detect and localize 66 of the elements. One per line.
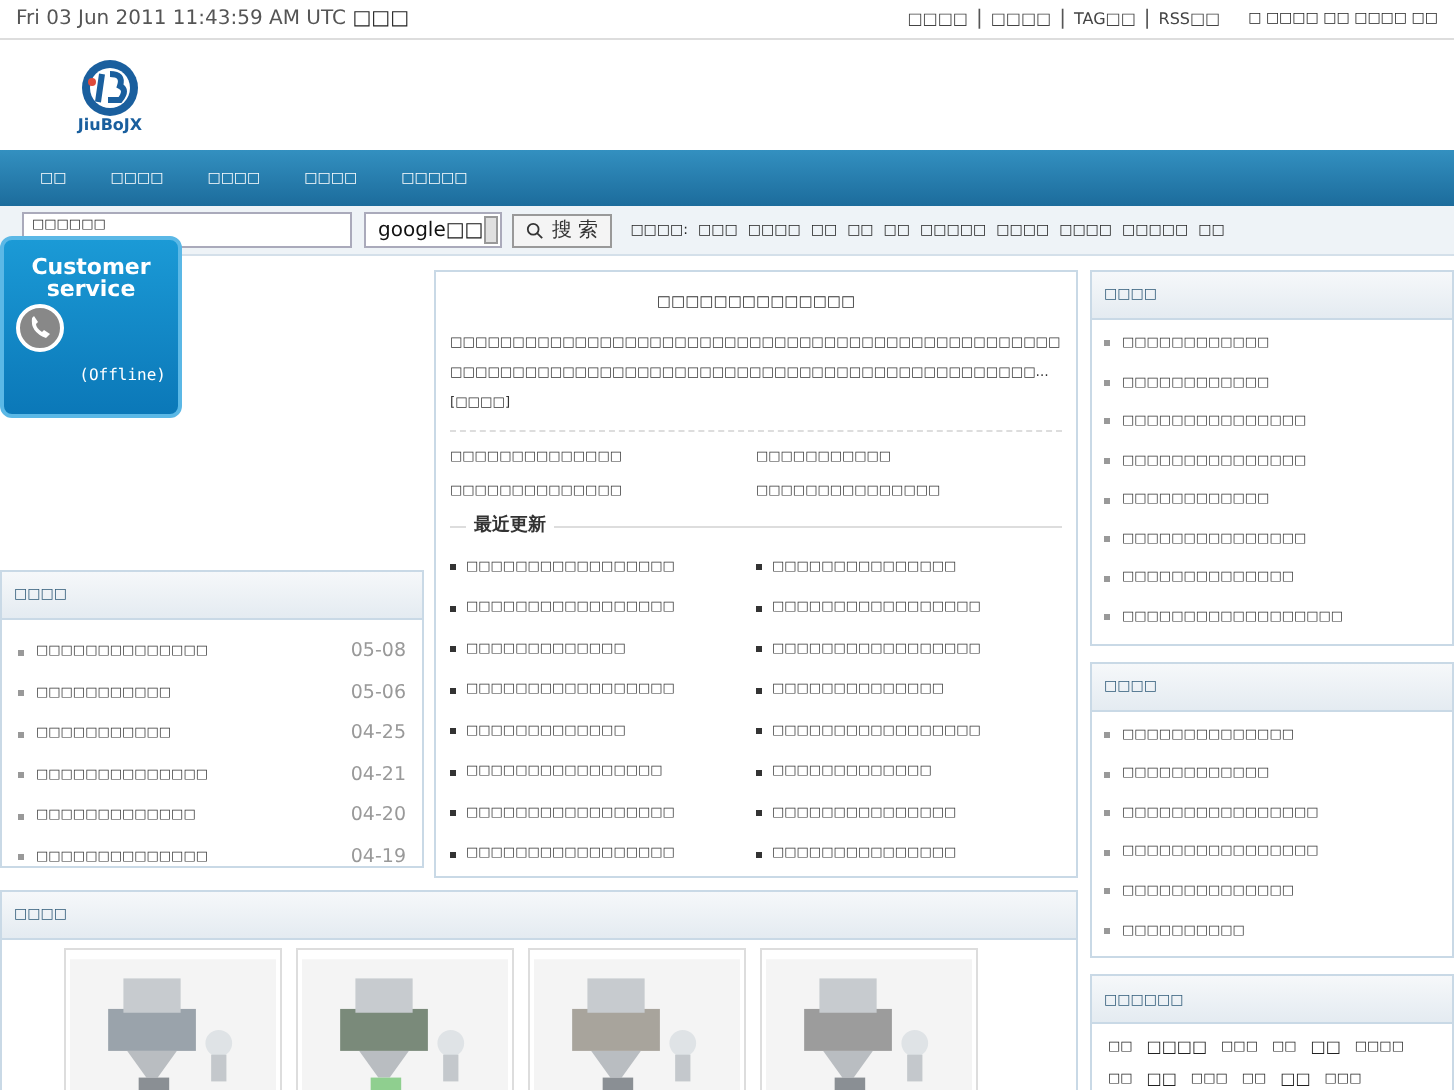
- bullet-icon: [18, 854, 24, 861]
- bullet-icon: [1104, 614, 1110, 621]
- bullet-icon: [450, 810, 456, 817]
- bullet-icon: [1104, 418, 1110, 425]
- bullet-icon: [450, 687, 456, 694]
- news-date: 05-08: [350, 638, 406, 667]
- tag-link[interactable]: □□: [1146, 1068, 1177, 1090]
- bullet-icon: [1104, 888, 1110, 895]
- bullet-icon: [756, 728, 762, 735]
- bullet-icon: [1104, 575, 1110, 582]
- bullet-icon: [756, 810, 762, 817]
- separator: |: [1059, 6, 1066, 34]
- bullet-icon: [1104, 771, 1110, 778]
- date-time: Fri 03 Jun 2011 11:43:59 AM UTC □□□: [16, 6, 410, 34]
- bullet-icon: [18, 690, 24, 697]
- bullet-icon: [1104, 340, 1110, 347]
- tag-link[interactable]: □□: [1280, 1068, 1311, 1090]
- top-link[interactable]: RSS□□: [1158, 7, 1221, 31]
- news-date: 05-06: [350, 679, 406, 708]
- bullet-icon: [18, 772, 24, 779]
- news-date: 04-25: [350, 720, 406, 749]
- bullet-icon: [1104, 497, 1110, 504]
- bullet-icon: [1104, 379, 1110, 386]
- news-date: 04-19: [350, 843, 406, 872]
- status-text: (Offline): [79, 364, 166, 388]
- customer-service-dialog[interactable]: Customer service (Offline): [0, 236, 182, 418]
- separator: |: [1143, 6, 1151, 34]
- top-link[interactable]: □□□□: [907, 7, 968, 31]
- phone-icon: [16, 304, 64, 352]
- bullet-icon: [450, 564, 456, 571]
- news-date: 04-20: [350, 802, 406, 831]
- bullet-icon: [1104, 458, 1110, 465]
- logo-text: JiuBoJX: [77, 117, 143, 133]
- separator: |: [975, 6, 983, 34]
- bullet-icon: [1104, 536, 1110, 543]
- bullet-icon: [450, 769, 456, 776]
- bullet-icon: [1104, 928, 1110, 935]
- bullet-icon: [756, 769, 762, 776]
- engine-select[interactable]: google□□: [364, 212, 502, 248]
- bullet-icon: [450, 605, 456, 612]
- bullet-icon: [1104, 849, 1110, 856]
- bullet-icon: [450, 851, 456, 858]
- dropdown-icon: [483, 216, 498, 244]
- bullet-icon: [1104, 810, 1110, 817]
- bullet-icon: [756, 851, 762, 858]
- bullet-icon: [756, 605, 762, 612]
- logo[interactable]: JiuBoJX: [76, 57, 144, 133]
- bullet-icon: [756, 646, 762, 653]
- bullet-icon: [450, 646, 456, 653]
- logo-icon: [76, 57, 144, 117]
- badge-title: Customer service: [29, 256, 153, 300]
- bullet-icon: [450, 728, 456, 735]
- section-heading: 最近更新: [474, 514, 546, 540]
- top-link[interactable]: TAG□□: [1073, 7, 1136, 31]
- bullet-icon: [18, 731, 24, 738]
- bullet-icon: [756, 564, 762, 571]
- search-button[interactable]: 搜 索: [512, 213, 613, 247]
- tag-link[interactable]: □□: [1310, 1036, 1341, 1061]
- search-icon: [526, 221, 544, 239]
- news-date: 04-21: [350, 761, 406, 790]
- bullet-icon: [1104, 732, 1110, 739]
- top-link[interactable]: □□□□: [990, 7, 1052, 31]
- tag-link[interactable]: □□□□: [1146, 1036, 1208, 1061]
- bullet-icon: [18, 813, 24, 820]
- bullet-icon: [756, 687, 762, 694]
- bullet-icon: [18, 649, 24, 656]
